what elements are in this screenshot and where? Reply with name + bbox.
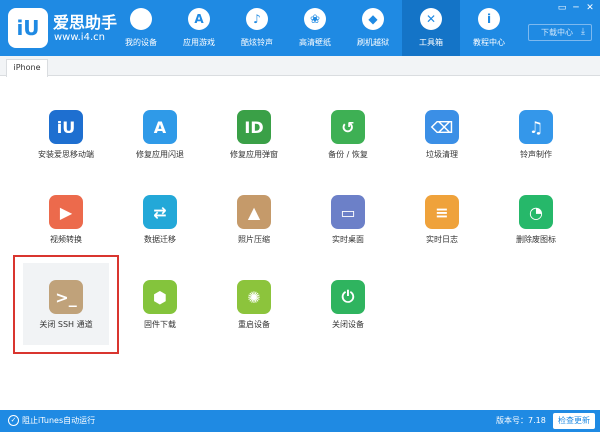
tool-label: 实时日志	[426, 235, 458, 244]
app-url: www.i4.cn	[54, 32, 105, 43]
tool-label: 备份 / 恢复	[328, 150, 368, 159]
tool-label: 实时桌面	[332, 235, 364, 244]
tool-item[interactable]: A 修复应用闪退	[113, 98, 207, 192]
tool-item[interactable]: ⇄ 数据迁移	[113, 183, 207, 277]
tool-label: 固件下载	[144, 320, 176, 329]
block-itunes-toggle[interactable]: ✓ 阻止iTunes自动运行	[8, 415, 95, 427]
download-center-label: 下载中心	[541, 28, 573, 37]
apple-id-icon: ID	[237, 110, 271, 144]
photo-compress-icon: ▲	[237, 195, 271, 229]
power-icon: ⏻	[331, 280, 365, 314]
tool-item[interactable]: ♫ 铃声制作	[489, 98, 583, 192]
main-nav: 我的设备 A 应用游戏 ♪ 酷炫铃声 ❀ 高清壁纸 ◆ 刷机越狱 ✕ 工具箱 i 教程中心	[112, 0, 518, 56]
tool-label: 修复应用闪退	[136, 150, 184, 159]
nav-label: 教程中心	[473, 38, 505, 47]
realtime-log-icon: ≡	[425, 195, 459, 229]
restore-window-icon[interactable]: ▭	[556, 2, 568, 14]
nav-item-4[interactable]: ◆ 刷机越狱	[344, 0, 402, 56]
delete-icon-icon: ◔	[519, 195, 553, 229]
tool-label: 铃声制作	[520, 150, 552, 159]
block-itunes-label: 阻止iTunes自动运行	[22, 416, 96, 425]
nav-label: 工具箱	[419, 38, 443, 47]
close-window-icon[interactable]: ✕	[584, 2, 596, 14]
tool-item[interactable]: ✺ 重启设备	[207, 268, 301, 362]
apple-icon	[130, 8, 152, 30]
dropbox-icon: ◆	[362, 8, 384, 30]
bell-icon: ♪	[246, 8, 268, 30]
tool-item[interactable]: ID 修复应用弹窗	[207, 98, 301, 192]
i4-mobile-icon: iU	[49, 110, 83, 144]
check-update-button[interactable]: 检查更新	[553, 413, 595, 429]
broom-icon: ⌫	[425, 110, 459, 144]
tool-item[interactable]: iU 安装爱思移动端	[19, 98, 113, 192]
nav-item-0[interactable]: 我的设备	[112, 0, 170, 56]
nav-label: 酷炫铃声	[241, 38, 273, 47]
info-icon: i	[478, 8, 500, 30]
tool-label: 关闭设备	[332, 320, 364, 329]
download-center-button[interactable]: 下载中心 ⤓	[528, 24, 592, 41]
nav-item-2[interactable]: ♪ 酷炫铃声	[228, 0, 286, 56]
tool-label: 数据迁移	[144, 235, 176, 244]
firmware-download-icon: ⬢	[143, 280, 177, 314]
nav-item-5[interactable]: ✕ 工具箱	[402, 0, 460, 56]
flower-icon: ❀	[304, 8, 326, 30]
realtime-desktop-icon: ▭	[331, 195, 365, 229]
nav-label: 我的设备	[125, 38, 157, 47]
tool-item[interactable]: ⬢ 固件下载	[113, 268, 207, 362]
highlight-box	[13, 255, 119, 354]
tool-item[interactable]: ⌫ 垃圾清理	[395, 98, 489, 192]
minimize-window-icon[interactable]: ─	[570, 2, 582, 14]
tool-item[interactable]: ↺ 备份 / 恢复	[301, 98, 395, 192]
tool-label: 重启设备	[238, 320, 270, 329]
tools-icon: ✕	[420, 8, 442, 30]
restart-icon: ✺	[237, 280, 271, 314]
tool-label: 照片压缩	[238, 235, 270, 244]
app-logo: iU	[8, 8, 48, 48]
tool-item[interactable]: ≡ 实时日志	[395, 183, 489, 277]
tool-label: 修复应用弹窗	[230, 150, 278, 159]
tool-item[interactable]: ◔ 删除废图标	[489, 183, 583, 277]
nav-item-1[interactable]: A 应用游戏	[170, 0, 228, 56]
tool-label: 安装爱思移动端	[38, 150, 94, 159]
device-tab-strip: iPhone	[0, 56, 600, 77]
check-icon: ✓	[8, 415, 19, 426]
backup-restore-icon: ↺	[331, 110, 365, 144]
video-convert-icon: ▶	[49, 195, 83, 229]
nav-label: 应用游戏	[183, 38, 215, 47]
app-store-repair-icon: A	[143, 110, 177, 144]
title-bar: iU 爱思助手 www.i4.cn 我的设备 A 应用游戏 ♪ 酷炫铃声 ❀ 高清壁纸 ◆ 刷机…	[0, 0, 600, 56]
nav-item-3[interactable]: ❀ 高清壁纸	[286, 0, 344, 56]
bell-icon: ♫	[519, 110, 553, 144]
nav-label: 刷机越狱	[357, 38, 389, 47]
tab-iphone[interactable]: iPhone	[6, 59, 48, 77]
version-label: 版本号：7.18	[496, 416, 546, 425]
download-icon: ⤓	[581, 27, 585, 37]
tool-label: 垃圾清理	[426, 150, 458, 159]
status-bar: ✓ 阻止iTunes自动运行 版本号：7.18 检查更新	[0, 410, 600, 432]
tool-label: 视频转换	[50, 235, 82, 244]
tool-label: 删除废图标	[516, 235, 556, 244]
app-store-icon: A	[188, 8, 210, 30]
nav-label: 高清壁纸	[299, 38, 331, 47]
app-name: 爱思助手	[53, 13, 118, 32]
window-controls: ▭ ─ ✕	[556, 2, 596, 14]
data-migration-icon: ⇄	[143, 195, 177, 229]
tool-item[interactable]: ▭ 实时桌面	[301, 183, 395, 277]
tool-item[interactable]: ▲ 照片压缩	[207, 183, 301, 277]
nav-item-6[interactable]: i 教程中心	[460, 0, 518, 56]
tool-item[interactable]: ⏻ 关闭设备	[301, 268, 395, 362]
